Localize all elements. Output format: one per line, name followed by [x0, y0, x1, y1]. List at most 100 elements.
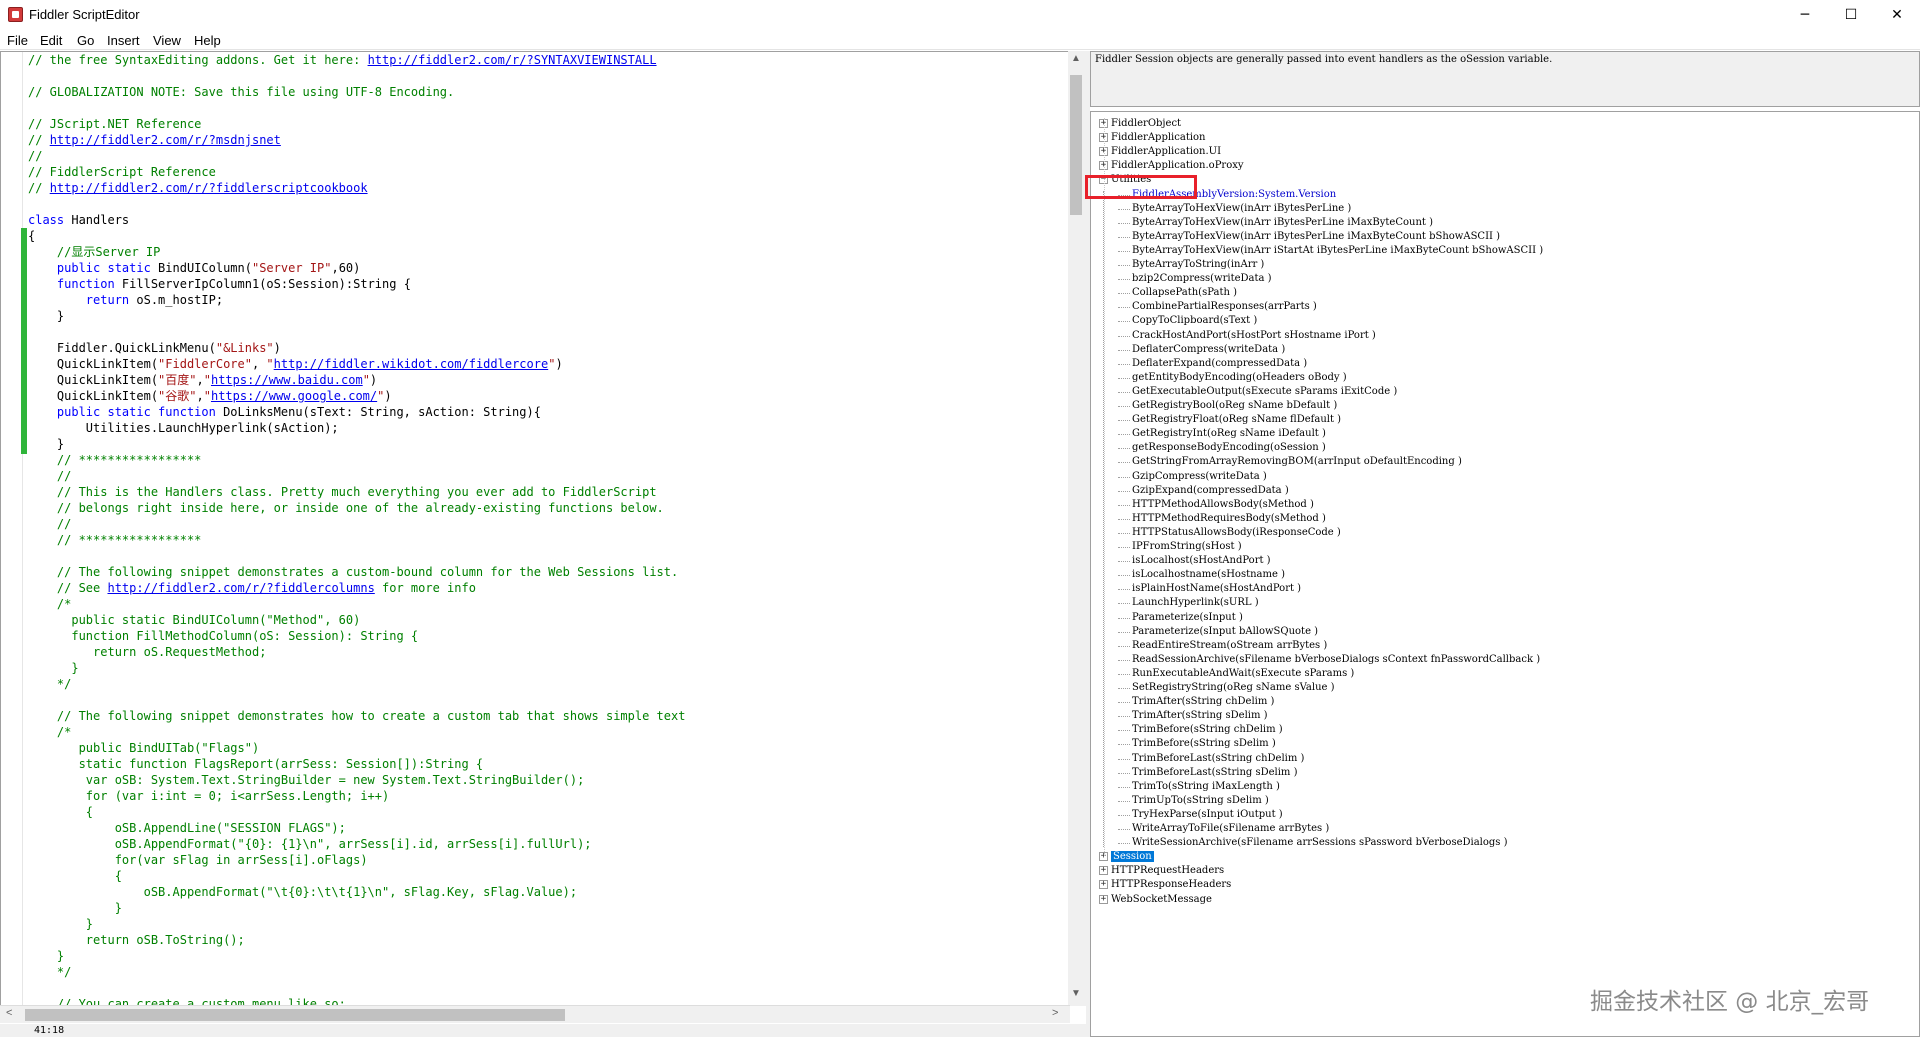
utilities-member[interactable]: HTTPMethodAllowsBody(sMethod ) — [1118, 498, 1314, 512]
utilities-member[interactable]: CollapsePath(sPath ) — [1118, 286, 1237, 300]
utilities-member[interactable]: CopyToClipboard(sText ) — [1117, 314, 1257, 328]
code-line[interactable]: function FillServerIpColumn1(oS:Session)… — [28, 276, 1058, 292]
code-line[interactable] — [28, 980, 1058, 996]
code-line[interactable] — [28, 100, 1058, 116]
utilities-member[interactable]: TrimAfter(sString chDelim ) — [1117, 695, 1274, 709]
utilities-member[interactable]: bzip2Compress(writeData ) — [1118, 272, 1272, 286]
utilities-member[interactable]: HTTPStatusAllowsBody(iResponseCode ) — [1118, 526, 1341, 540]
menu-go[interactable]: Go — [77, 33, 94, 48]
code-line[interactable]: // — [28, 148, 1058, 164]
code-line[interactable]: QuickLinkItem("百度","https://www.baidu.co… — [28, 372, 1058, 388]
tree-node[interactable]: + HTTPResponseHeaders — [1099, 878, 1231, 892]
utilities-member[interactable]: isLocalhostname(sHostname ) — [1118, 568, 1285, 582]
code-line[interactable]: public static BindUIColumn("Method", 60) — [28, 612, 1058, 628]
code-line[interactable]: public BindUITab("Flags") — [28, 740, 1058, 756]
utilities-member[interactable]: ByteArrayToHexView(inArr iStartAt iBytes… — [1117, 244, 1543, 258]
code-hyperlink[interactable]: http://fiddler2.com/r/?fiddlerscriptcook… — [50, 181, 368, 195]
tree-node[interactable]: + WebSocketMessage — [1099, 893, 1212, 907]
code-line[interactable]: return oS.m_hostIP; — [28, 292, 1058, 308]
code-line[interactable]: */ — [28, 964, 1058, 980]
script-editor[interactable]: // the free SyntaxEditing addons. Get it… — [0, 51, 1070, 1006]
code-line[interactable]: oSB.AppendFormat("\t{0}:\t\t{1}\n", sFla… — [28, 884, 1058, 900]
code-line[interactable]: function FillMethodColumn(oS: Session): … — [28, 628, 1058, 644]
utilities-member[interactable]: TrimAfter(sString sDelim ) — [1118, 709, 1268, 723]
utilities-member[interactable]: SetRegistryString(oReg sName sValue ) — [1118, 681, 1335, 695]
expand-icon[interactable]: + — [1099, 866, 1108, 876]
maximize-button[interactable]: ☐ — [1828, 0, 1874, 30]
code-hyperlink[interactable]: http://fiddler2.com/r/?SYNTAXVIEWINSTALL — [368, 53, 657, 67]
utilities-member[interactable]: ByteArrayToString(inArr ) — [1117, 258, 1264, 272]
code-line[interactable]: // the free SyntaxEditing addons. Get it… — [28, 52, 1058, 68]
utilities-member[interactable]: GetExecutableOutput(sExecute sParams iEx… — [1117, 385, 1397, 399]
code-line[interactable]: // The following snippet demonstrates ho… — [28, 708, 1058, 724]
code-line[interactable]: QuickLinkItem("谷歌","https://www.google.c… — [28, 388, 1058, 404]
code-line[interactable]: } — [28, 660, 1058, 676]
code-line[interactable]: // This is the Handlers class. Pretty mu… — [28, 484, 1058, 500]
code-hyperlink[interactable]: https://www.google.com/ — [211, 389, 377, 403]
code-line[interactable]: return oSB.ToString(); — [28, 932, 1058, 948]
utilities-member[interactable]: GetRegistryFloat(oReg sName flDefault ) — [1117, 413, 1341, 427]
utilities-member[interactable]: ReadSessionArchive(sFilename bVerboseDia… — [1117, 653, 1540, 667]
code-line[interactable]: // http://fiddler2.com/r/?fiddlerscriptc… — [28, 180, 1058, 196]
utilities-member[interactable]: isLocalhost(sHostAndPort ) — [1118, 554, 1271, 568]
vertical-scroll-thumb[interactable] — [1070, 75, 1082, 215]
code-line[interactable]: // http://fiddler2.com/r/?msdnjsnet — [28, 132, 1058, 148]
scroll-right-arrow-icon[interactable]: > — [1052, 1007, 1058, 1019]
code-line[interactable]: public static function DoLinksMenu(sText… — [28, 404, 1058, 420]
code-line[interactable] — [28, 548, 1058, 564]
code-line[interactable]: Fiddler.QuickLinkMenu("&Links") — [28, 340, 1058, 356]
code-line[interactable]: static function FlagsReport(arrSess: Ses… — [28, 756, 1058, 772]
utilities-member[interactable]: GzipExpand(compressedData ) — [1118, 484, 1289, 498]
utilities-member[interactable]: Parameterize(sInput ) — [1118, 611, 1243, 625]
code-hyperlink[interactable]: https://www.baidu.com — [211, 373, 363, 387]
tree-node[interactable]: + FiddlerApplication.oProxy — [1099, 159, 1244, 173]
utilities-member[interactable]: isPlainHostName(sHostAndPort ) — [1117, 582, 1301, 596]
utilities-member[interactable]: TrimUpTo(sString sDelim ) — [1118, 794, 1269, 808]
utilities-member[interactable]: WriteSessionArchive(sFilename arrSession… — [1118, 836, 1508, 850]
utilities-member[interactable]: Parameterize(sInput bAllowSQuote ) — [1117, 625, 1318, 639]
code-line[interactable]: class Handlers — [28, 212, 1058, 228]
code-line[interactable] — [28, 196, 1058, 212]
code-line[interactable] — [28, 68, 1058, 84]
utilities-member[interactable]: ByteArrayToHexView(inArr iBytesPerLine ) — [1117, 202, 1351, 216]
menu-edit[interactable]: Edit — [40, 33, 62, 48]
code-line[interactable]: */ — [28, 676, 1058, 692]
utilities-member[interactable]: GetRegistryBool(oReg sName bDefault ) — [1117, 399, 1337, 413]
utilities-member[interactable]: TrimBeforeLast(sString chDelim ) — [1117, 752, 1304, 766]
utilities-member[interactable]: TryHexParse(sInput iOutput ) — [1118, 808, 1283, 822]
tree-node[interactable]: + FiddlerObject — [1099, 117, 1181, 131]
utilities-member[interactable]: ByteArrayToHexView(inArr iBytesPerLine i… — [1118, 216, 1433, 230]
utilities-member[interactable]: TrimBefore(sString sDelim ) — [1118, 737, 1276, 751]
code-line[interactable]: public static BindUIColumn("Server IP",6… — [28, 260, 1058, 276]
utilities-member[interactable]: LaunchHyperlink(sURL ) — [1118, 596, 1259, 610]
menu-insert[interactable]: Insert — [107, 33, 140, 48]
utilities-member[interactable]: RunExecutableAndWait(sExecute sParams ) — [1117, 667, 1354, 681]
expand-icon[interactable]: + — [1099, 880, 1108, 890]
code-line[interactable]: // GLOBALIZATION NOTE: Save this file us… — [28, 84, 1058, 100]
editor-horizontal-scrollbar[interactable]: < > — [0, 1005, 1070, 1023]
utilities-member[interactable]: HTTPMethodRequiresBody(sMethod ) — [1118, 512, 1326, 526]
code-line[interactable]: } — [28, 948, 1058, 964]
code-line[interactable]: oSB.AppendFormat("{0}: {1}\n", arrSess[i… — [28, 836, 1058, 852]
tree-node[interactable]: + FiddlerApplication.UI — [1099, 145, 1221, 159]
close-button[interactable]: ✕ — [1874, 0, 1920, 30]
code-line[interactable] — [28, 324, 1058, 340]
code-line[interactable]: for (var i:int = 0; i<arrSess.Length; i+… — [28, 788, 1058, 804]
minimize-button[interactable]: ─ — [1782, 0, 1828, 30]
code-line[interactable]: } — [28, 436, 1058, 452]
utilities-member[interactable]: DeflaterExpand(compressedData ) — [1117, 357, 1307, 371]
code-line[interactable] — [28, 692, 1058, 708]
menu-view[interactable]: View — [153, 33, 181, 48]
utilities-member[interactable]: TrimBefore(sString chDelim ) — [1118, 723, 1283, 737]
utilities-member[interactable]: GetStringFromArrayRemovingBOM(arrInput o… — [1118, 455, 1462, 469]
utilities-member[interactable]: TrimBeforeLast(sString sDelim ) — [1118, 766, 1298, 780]
menu-file[interactable]: File — [7, 33, 28, 48]
tree-node-session-selected[interactable]: + Session — [1099, 850, 1154, 864]
code-line[interactable]: // — [28, 468, 1058, 484]
code-line[interactable]: } — [28, 308, 1058, 324]
utilities-member[interactable]: CrackHostAndPort(sHostPort sHostname iPo… — [1118, 329, 1376, 343]
code-line[interactable]: // ***************** — [28, 532, 1058, 548]
tree-node[interactable]: + HTTPRequestHeaders — [1099, 864, 1224, 878]
utilities-member[interactable]: DeflaterCompress(writeData ) — [1117, 343, 1285, 357]
code-line[interactable]: } — [28, 900, 1058, 916]
